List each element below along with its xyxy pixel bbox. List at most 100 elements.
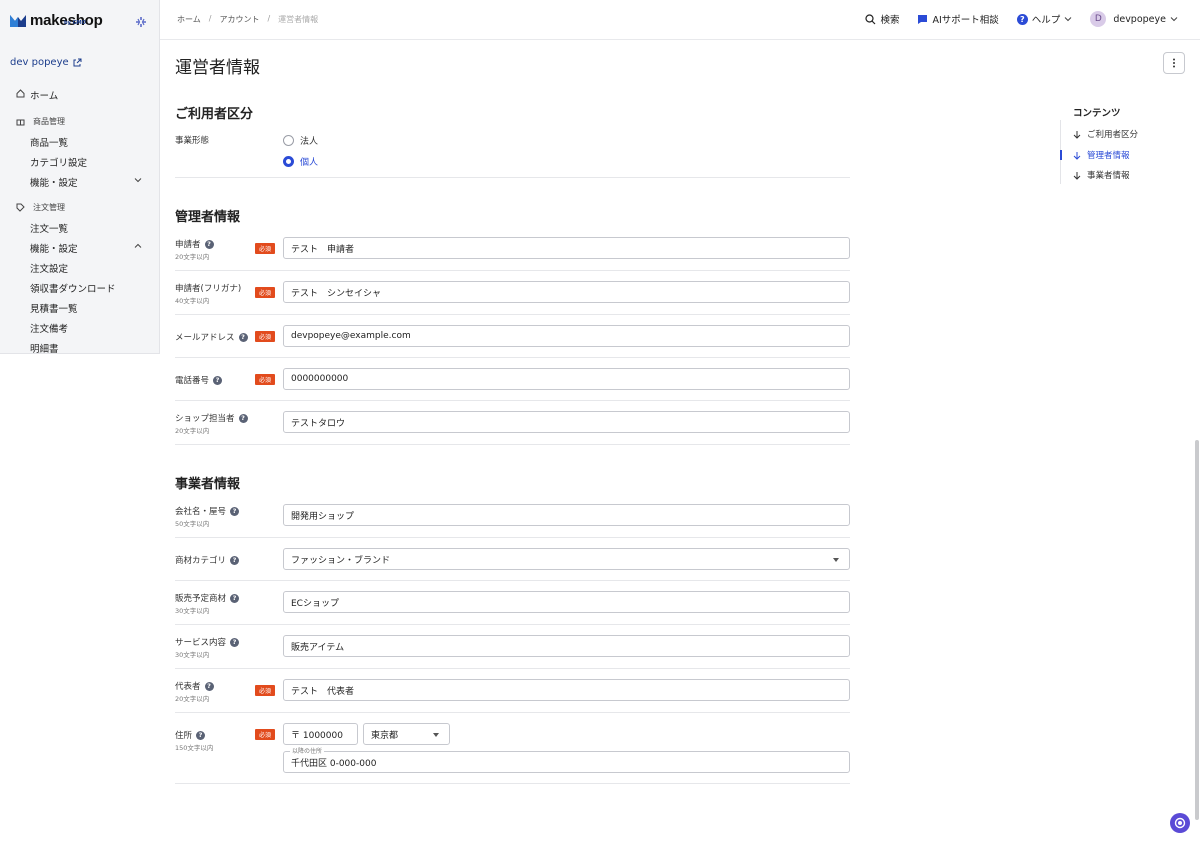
sidebar-section-label: 注文管理 bbox=[33, 203, 65, 212]
sidebar-item-home[interactable]: ホーム bbox=[30, 88, 58, 102]
breadcrumb-current: 運営者情報 bbox=[278, 15, 319, 24]
planned-products-input[interactable]: ECショップ bbox=[283, 591, 850, 613]
radio-label: 個人 bbox=[300, 158, 319, 168]
help-icon[interactable]: ? bbox=[230, 555, 240, 565]
applicant-label: 申請者? bbox=[175, 238, 214, 250]
sidebar-item-order-features[interactable]: 機能・設定 bbox=[30, 241, 78, 255]
help-icon[interactable]: ? bbox=[230, 637, 240, 647]
field-label: 申請者(フリガナ) bbox=[175, 284, 242, 294]
field-hint: 20文字以内 bbox=[175, 427, 210, 435]
select-value: 東京都 bbox=[371, 730, 399, 741]
field-label: ショップ担当者 bbox=[175, 414, 235, 424]
field-label: 事業形態 bbox=[175, 136, 210, 146]
email-label: メールアドレス? bbox=[175, 331, 248, 343]
applicant-input[interactable]: テスト 申請者 bbox=[283, 237, 850, 259]
home-icon bbox=[16, 89, 25, 98]
help-icon[interactable]: ? bbox=[213, 375, 223, 385]
breadcrumb-account[interactable]: アカウント bbox=[219, 14, 259, 25]
postal-code-input[interactable]: 〒 1000000 bbox=[283, 723, 358, 745]
address-label: 住所? bbox=[175, 729, 206, 741]
ai-support-button[interactable]: AIサポート相談 bbox=[917, 12, 999, 26]
sidebar-item-quotes[interactable]: 見積書一覧 bbox=[30, 301, 78, 315]
radio-button-selected[interactable] bbox=[283, 156, 294, 167]
scrollbar[interactable] bbox=[1195, 440, 1199, 820]
representative-input[interactable]: テスト 代表者 bbox=[283, 679, 850, 701]
toc-item-business-info[interactable]: 事業者情報 bbox=[1073, 169, 1130, 181]
sidebar-item-order-notes[interactable]: 注文備考 bbox=[30, 321, 68, 335]
applicant-kana-input[interactable]: テスト シンセイシャ bbox=[283, 281, 850, 303]
breadcrumb-separator: / bbox=[267, 14, 271, 23]
more-options-button[interactable] bbox=[1163, 52, 1185, 74]
help-icon[interactable]: ? bbox=[238, 413, 248, 423]
logo[interactable]: makeshop bbox=[10, 12, 103, 29]
help-button[interactable]: ? ヘルプ bbox=[1016, 12, 1073, 26]
prefecture-select[interactable]: 東京都 bbox=[363, 723, 450, 745]
sidebar-item-order-list[interactable]: 注文一覧 bbox=[30, 221, 68, 235]
company-name-label: 会社名・屋号? bbox=[175, 505, 240, 517]
page-title: 運営者情報 bbox=[175, 58, 260, 78]
address-input[interactable]: 千代田区 0-000-000 bbox=[283, 751, 850, 773]
divider bbox=[175, 270, 850, 271]
planned-products-label: 販売予定商材? bbox=[175, 592, 240, 604]
shop-staff-input[interactable]: テストタロウ bbox=[283, 411, 850, 433]
sidebar-item-statement[interactable]: 明細書 bbox=[30, 341, 59, 355]
divider bbox=[175, 444, 850, 445]
help-icon[interactable]: ? bbox=[238, 332, 248, 342]
sidebar-item-category[interactable]: カテゴリ設定 bbox=[30, 155, 87, 169]
service-content-input[interactable]: 販売アイテム bbox=[283, 635, 850, 657]
service-content-label: サービス内容? bbox=[175, 636, 240, 648]
radio-button[interactable] bbox=[283, 135, 294, 146]
tag-icon bbox=[16, 203, 25, 212]
required-badge: 必須 bbox=[255, 374, 275, 385]
field-label: 電話番号 bbox=[175, 376, 210, 386]
help-icon[interactable]: ? bbox=[196, 730, 206, 740]
sidebar-item-receipt-download[interactable]: 領収書ダウンロード bbox=[30, 281, 116, 295]
help-icon[interactable]: ? bbox=[204, 681, 214, 691]
search-label: 検索 bbox=[880, 15, 900, 26]
field-label: 申請者 bbox=[175, 240, 201, 250]
help-icon[interactable]: ? bbox=[204, 239, 214, 249]
chevron-up-icon[interactable] bbox=[134, 242, 142, 250]
sidebar-item-product-settings[interactable]: 機能・設定 bbox=[30, 175, 78, 189]
field-label: 会社名・屋号 bbox=[175, 507, 227, 517]
radio-label: 法人 bbox=[300, 137, 319, 147]
sidebar-item-order-settings[interactable]: 注文設定 bbox=[30, 261, 68, 275]
product-category-select[interactable]: ファッション・ブランド bbox=[283, 548, 850, 570]
email-field[interactable]: devpopeye@example.com bbox=[283, 325, 850, 347]
radio-individual[interactable]: 個人 bbox=[283, 155, 318, 168]
top-actions: 検索 AIサポート相談 ? ヘルプ D devpopeye bbox=[865, 11, 1178, 27]
sidebar-section-label: 商品管理 bbox=[33, 117, 65, 126]
support-chat-button[interactable] bbox=[1170, 813, 1190, 833]
topbar: ホーム / アカウント / 運営者情報 検索 AIサポート相談 ? ヘルプ D … bbox=[160, 0, 1200, 40]
shop-name-link[interactable]: dev popeye bbox=[10, 57, 82, 68]
field-hint: 50文字以内 bbox=[175, 520, 210, 528]
logo-sub: by GMO bbox=[64, 20, 86, 26]
toc-item-admin-info[interactable]: 管理者情報 bbox=[1073, 149, 1130, 161]
breadcrumb-separator: / bbox=[208, 14, 212, 23]
address-caption: 以降の住所 bbox=[290, 746, 325, 755]
divider bbox=[175, 357, 850, 358]
chevron-down-icon[interactable] bbox=[134, 176, 142, 184]
search-button[interactable]: 検索 bbox=[865, 12, 899, 26]
divider bbox=[175, 580, 850, 581]
chat-icon bbox=[918, 14, 928, 24]
radio-corporate[interactable]: 法人 bbox=[283, 134, 318, 147]
company-name-input[interactable]: 開発用ショップ bbox=[283, 504, 850, 526]
address-value: 千代田区 0-000-000 bbox=[291, 758, 377, 769]
sidebar-item-product-list[interactable]: 商品一覧 bbox=[30, 135, 68, 149]
help-icon[interactable]: ? bbox=[230, 593, 240, 603]
user-menu[interactable]: D devpopeye bbox=[1090, 11, 1178, 27]
breadcrumb-home[interactable]: ホーム bbox=[177, 14, 201, 25]
help-icon[interactable]: ? bbox=[230, 506, 240, 516]
ai-support-label: AIサポート相談 bbox=[932, 15, 999, 26]
field-hint: 30文字以内 bbox=[175, 651, 210, 659]
phone-input[interactable]: 0000000000 bbox=[283, 368, 850, 390]
field-label: 商材カテゴリ bbox=[175, 556, 227, 566]
arrow-down-icon bbox=[1073, 130, 1081, 139]
avatar: D bbox=[1090, 11, 1107, 27]
applicant-kana-label: 申請者(フリガナ) bbox=[175, 282, 241, 294]
toc-item-user-type[interactable]: ご利用者区分 bbox=[1073, 128, 1138, 140]
help-icon: ? bbox=[1016, 13, 1028, 25]
required-badge: 必須 bbox=[255, 685, 275, 696]
sidebar-collapse-icon[interactable] bbox=[135, 16, 147, 28]
